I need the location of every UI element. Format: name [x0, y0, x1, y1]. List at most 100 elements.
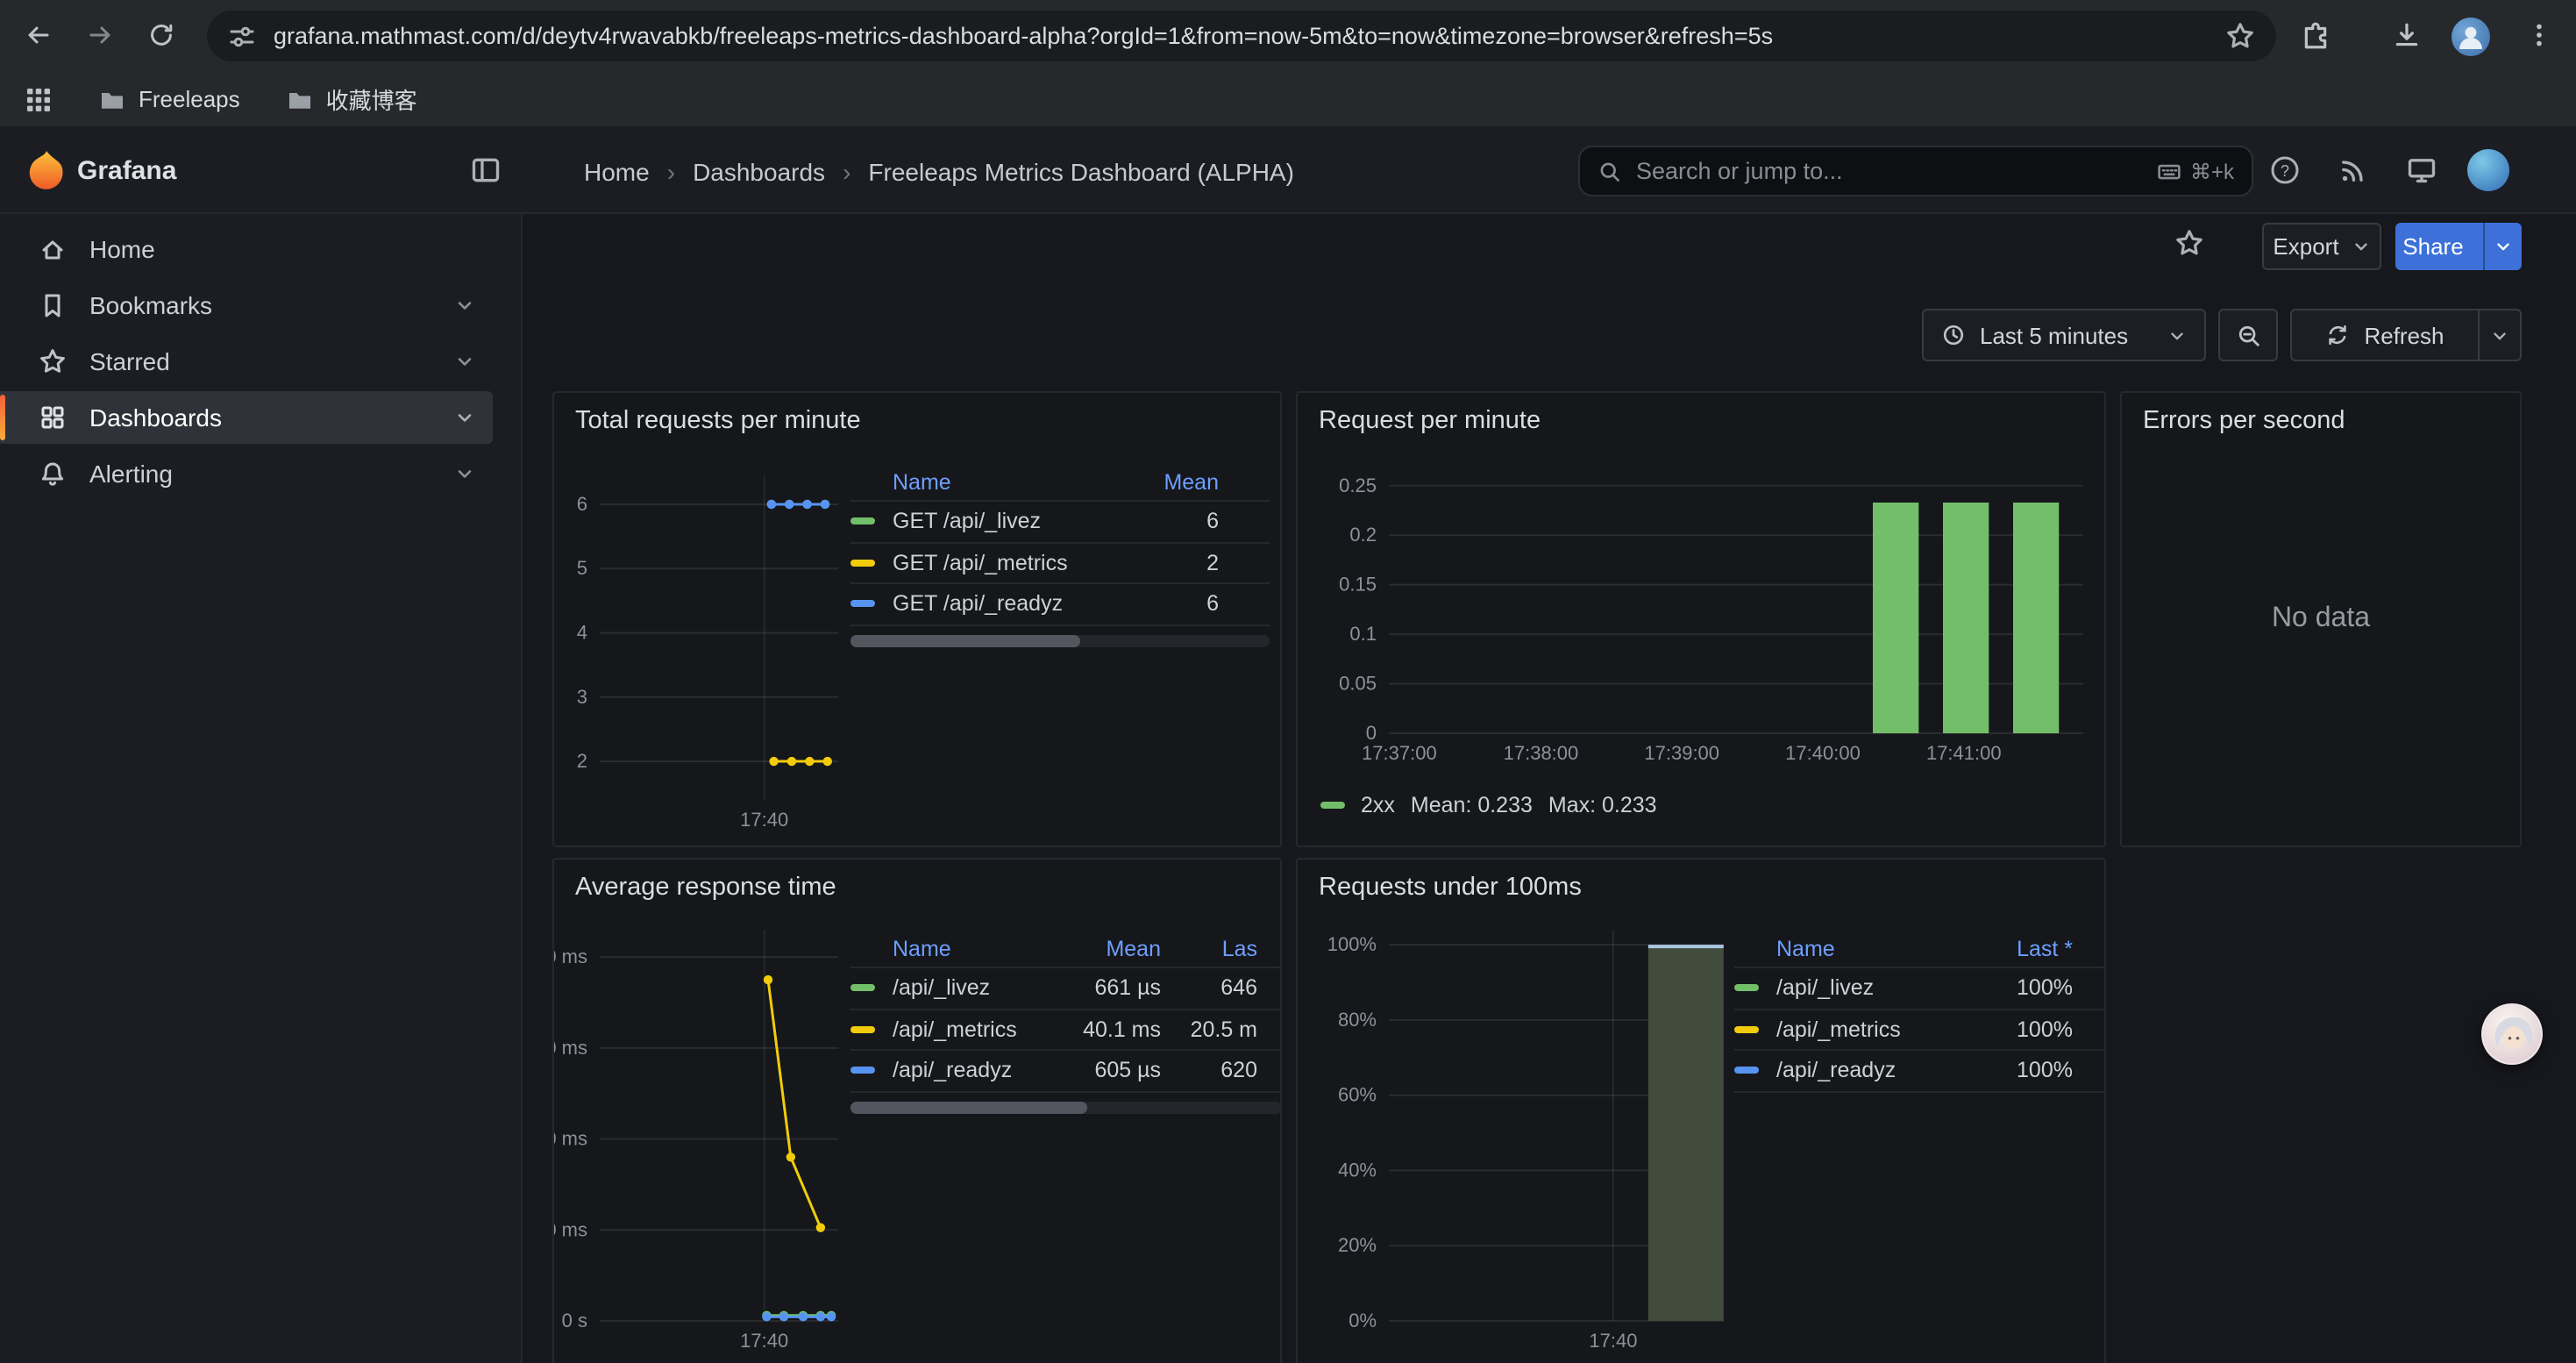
browser-menu-icon[interactable] [2525, 21, 2553, 49]
sidebar-toggle-icon[interactable] [470, 154, 502, 186]
bookmark-icon [39, 291, 67, 319]
grafana-logo[interactable] [26, 151, 67, 191]
sidebar-item-starred[interactable]: Starred [0, 335, 493, 388]
svg-text:17:40:00: 17:40:00 [1785, 742, 1861, 764]
legend-row[interactable]: /api/_metrics 40.1 ms 20.5 m [850, 1010, 1282, 1051]
folder-icon [286, 85, 314, 113]
star-icon [39, 347, 67, 375]
legend-header[interactable]: Name Mean Las [850, 930, 1282, 968]
zoom-out-icon [2235, 322, 2261, 348]
chevron-down-icon[interactable] [454, 295, 475, 316]
legend-table: Name Mean GET /api/_livez 6 GET /api/_me… [850, 463, 1270, 625]
legend-row[interactable]: /api/_readyz 605 µs 620 [850, 1051, 1282, 1092]
url-text: grafana.mathmast.com/d/deytv4rwavabkb/fr… [274, 23, 2225, 49]
svg-text:20%: 20% [1338, 1234, 1377, 1256]
forward-button[interactable] [75, 11, 125, 60]
sidebar-item-dashboards[interactable]: Dashboards [0, 391, 493, 444]
assistant-avatar-button[interactable] [2481, 1003, 2543, 1065]
svg-text:80%: 80% [1338, 1009, 1377, 1031]
svg-text:80 ms: 80 ms [554, 946, 587, 967]
bookmark-star-icon[interactable] [2225, 21, 2255, 51]
search-placeholder: Search or jump to... [1636, 158, 2143, 184]
address-bar[interactable]: grafana.mathmast.com/d/deytv4rwavabkb/fr… [207, 11, 2276, 61]
time-range-picker[interactable]: Last 5 minutes [1922, 309, 2206, 361]
search-icon [1598, 159, 1622, 183]
legend-row[interactable]: /api/_readyz 100% [1734, 1051, 2106, 1092]
legend-inline[interactable]: 2xx Mean: 0.233 Max: 0.233 [1320, 793, 1657, 817]
bookmark-folder-freeleaps[interactable]: Freeleaps [98, 85, 240, 113]
share-menu-button[interactable] [2483, 223, 2522, 270]
legend-scrollbar[interactable] [850, 1102, 1282, 1114]
download-icon[interactable] [2392, 21, 2422, 51]
chart: 0.250.20.150.10.05017:37:0017:38:0017:39… [1298, 393, 2104, 846]
legend-row[interactable]: /api/_livez 661 µs 646 [850, 968, 1282, 1010]
chevron-down-icon[interactable] [454, 407, 475, 428]
panel-request-per-minute: Request per minute 0.250.20.150.10.05017… [1296, 391, 2106, 847]
series-color-chip [850, 601, 875, 608]
legend-header[interactable]: Name Last * [1734, 930, 2106, 968]
svg-text:2: 2 [577, 750, 587, 772]
grafana-header: Grafana Home › Dashboards › Freeleaps Me… [0, 128, 2576, 214]
bookmark-folder-blogs[interactable]: 收藏博客 [286, 82, 417, 116]
breadcrumb-dashboards[interactable]: Dashboards [693, 157, 825, 185]
share-button[interactable]: Share [2395, 223, 2522, 270]
chevron-down-icon [2352, 237, 2371, 256]
sidebar-item-alerting[interactable]: Alerting [0, 447, 493, 500]
chevron-down-icon[interactable] [454, 463, 475, 484]
series-color-chip [850, 1067, 875, 1074]
no-data-message: No data [2122, 393, 2520, 846]
svg-text:0.25: 0.25 [1339, 475, 1377, 496]
refresh-icon [2325, 323, 2350, 347]
legend-row[interactable]: GET /api/_livez 6 [850, 502, 1270, 543]
bookmarks-bar: Freeleaps 收藏博客 [0, 72, 2576, 128]
series-mean: Mean: 0.233 [1411, 793, 1533, 817]
sidebar-item-bookmarks[interactable]: Bookmarks [0, 279, 493, 332]
user-avatar[interactable] [2467, 149, 2509, 191]
svg-text:3: 3 [577, 686, 587, 708]
svg-text:0.1: 0.1 [1349, 623, 1377, 645]
sidebar-item-home[interactable]: Home [0, 223, 493, 275]
panel-average-response-time: Average response time 80 ms60 ms40 ms20 … [552, 858, 1282, 1363]
svg-text:17:40: 17:40 [740, 809, 788, 831]
refresh-interval-button[interactable] [2478, 310, 2520, 360]
site-settings-icon[interactable] [228, 22, 256, 50]
svg-text:0.2: 0.2 [1349, 524, 1377, 546]
screen: grafana.mathmast.com/d/deytv4rwavabkb/fr… [0, 0, 2576, 1363]
refresh-button[interactable]: Refresh [2290, 309, 2522, 361]
legend-row[interactable]: GET /api/_readyz 6 [850, 584, 1270, 625]
legend-row[interactable]: /api/_livez 100% [1734, 968, 2106, 1010]
zoom-out-button[interactable] [2218, 309, 2278, 361]
browser-toolbar: grafana.mathmast.com/d/deytv4rwavabkb/fr… [0, 0, 2576, 72]
panel-errors-per-second: Errors per second No data [2120, 391, 2522, 847]
help-icon[interactable]: ? [2269, 154, 2301, 186]
monitor-icon[interactable] [2406, 154, 2437, 186]
search-input[interactable]: Search or jump to... ⌘+k [1578, 146, 2253, 196]
legend-row[interactable]: GET /api/_metrics 2 [850, 543, 1270, 584]
svg-text:?: ? [2281, 162, 2289, 180]
breadcrumb-home[interactable]: Home [584, 157, 650, 185]
series-color-chip [850, 518, 875, 525]
dashboards-icon [39, 403, 67, 432]
series-label: 2xx [1361, 793, 1395, 817]
chevron-down-icon [2494, 237, 2513, 256]
reload-button[interactable] [137, 11, 186, 60]
series-color-chip [850, 985, 875, 992]
extensions-icon[interactable] [2301, 21, 2330, 51]
svg-text:60%: 60% [1338, 1084, 1377, 1106]
clock-icon [1941, 323, 1966, 347]
legend-header[interactable]: Name Mean [850, 463, 1270, 502]
chevron-down-icon[interactable] [454, 351, 475, 372]
apps-grid-icon[interactable] [25, 85, 53, 113]
svg-text:17:39:00: 17:39:00 [1644, 742, 1719, 764]
legend-scrollbar[interactable] [850, 635, 1270, 647]
browser-profile-avatar[interactable] [2451, 18, 2490, 56]
svg-text:17:40: 17:40 [740, 1330, 788, 1352]
rss-icon[interactable] [2338, 154, 2369, 186]
back-button[interactable] [14, 11, 63, 60]
favorite-star-icon[interactable] [2174, 228, 2204, 258]
sidebar-nav: Home Bookmarks Starred Dashboards Alerti… [0, 214, 523, 1363]
export-button[interactable]: Export [2262, 223, 2381, 270]
arrow-right-icon [86, 21, 114, 49]
panel-total-requests: Total requests per minute 6543217:40 Nam… [552, 391, 1282, 847]
legend-row[interactable]: /api/_metrics 100% [1734, 1010, 2106, 1051]
